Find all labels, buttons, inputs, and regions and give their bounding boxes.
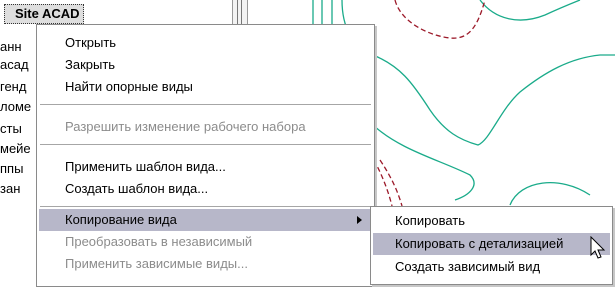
dashed-line [379,159,403,207]
menu-item-close[interactable]: Закрыть [39,54,372,76]
dashed-line [394,0,486,39]
menu-item-open[interactable]: Открыть [39,32,372,54]
tree-row[interactable]: асад [0,56,40,74]
menu-separator [40,104,371,106]
dashed-line [373,159,393,207]
tree-row[interactable]: зан [0,180,40,198]
tree-root-node[interactable]: Site ACAD [4,4,84,24]
submenu-duplicate-view: Копировать Копировать с детализацией Соз… [370,206,613,285]
contour-line [479,0,581,21]
contour-line [372,124,475,201]
tree-row[interactable]: ломе [0,98,40,116]
submenu-item-duplicate[interactable]: Копировать [373,210,610,232]
submenu-arrow-icon [357,216,362,224]
mouse-pointer-icon [590,236,606,259]
menu-item-duplicate-view-label: Копирование вида [65,212,177,227]
contour-line [341,0,615,146]
menu-item-find-reference-views[interactable]: Найти опорные виды [39,76,372,98]
menu-item-create-view-template[interactable]: Создать шаблон вида... [39,178,372,200]
menu-item-apply-view-template[interactable]: Применить шаблон вида... [39,156,372,178]
tree-row[interactable]: анн [0,38,40,56]
menu-item-duplicate-view[interactable]: Копирование вида [39,209,372,231]
submenu-item-duplicate-with-detailing[interactable]: Копировать с детализацией [373,233,610,255]
menu-separator [40,206,371,208]
contour-line [509,182,591,206]
tree-row[interactable]: генд [0,78,40,96]
menu-item-convert-independent: Преобразовать в независимый [65,234,253,249]
tree-row[interactable]: ппы [0,160,40,178]
tree-row[interactable]: сты [0,120,40,138]
context-menu: Открыть Закрыть Найти опорные виды Разре… [36,24,375,287]
menu-separator [40,144,371,146]
tree-row[interactable]: мейе [0,140,40,158]
tree-root-label: Site ACAD [15,6,80,21]
menu-item-apply-dependent-views: Применить зависимые виды... [65,256,248,271]
submenu-item-create-dependent-view[interactable]: Создать зависимый вид [373,256,610,278]
menu-item-allow-workset-edit: Разрешить изменение рабочего набора [65,119,306,134]
